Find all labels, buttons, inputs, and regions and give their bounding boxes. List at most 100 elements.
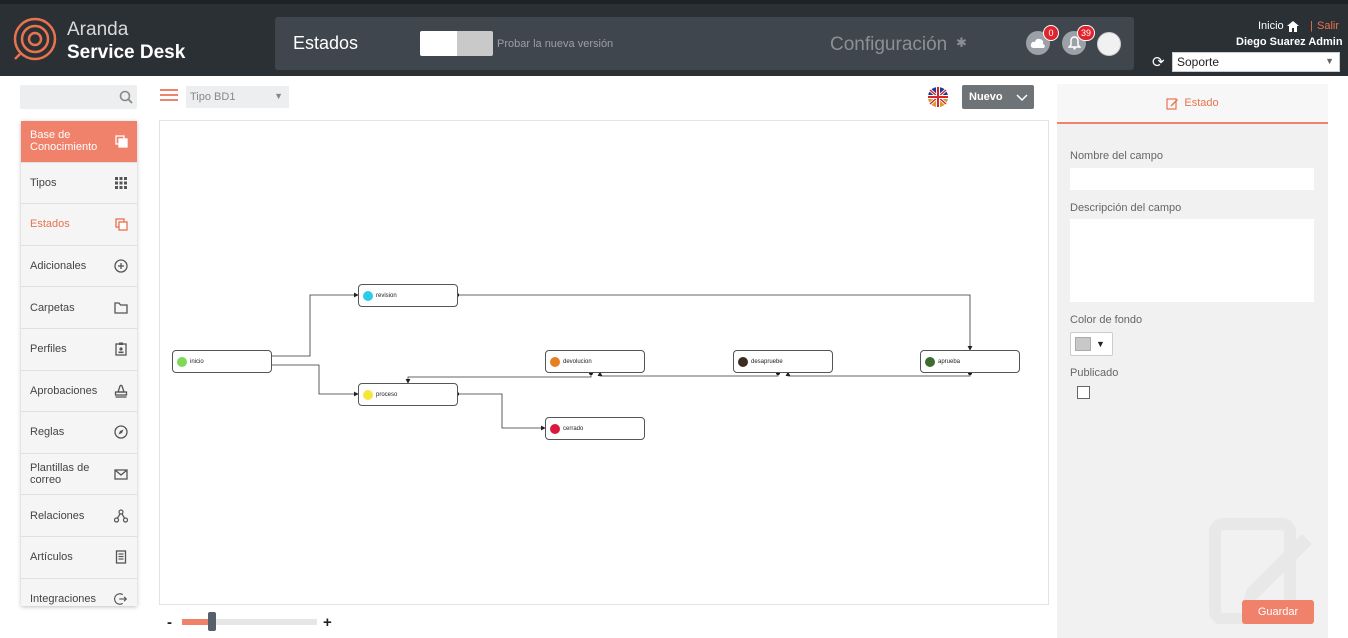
sidebar-item-adicionales[interactable]: Adicionales — [21, 246, 137, 288]
state-node-desapruebe[interactable]: desapruebe — [733, 350, 833, 373]
tab-estado[interactable]: Estado — [1057, 84, 1328, 124]
refresh-icon[interactable]: ⟳ — [1152, 53, 1165, 71]
sidebar-item-tipos[interactable]: Tipos — [21, 163, 137, 205]
edge-proceso-cerrado — [457, 393, 546, 431]
sidebar-item-articulos[interactable]: Artículos — [21, 537, 137, 579]
caret-down-icon: ▼ — [1096, 339, 1105, 349]
chevron-down-icon — [1016, 94, 1028, 102]
type-select[interactable]: Tipo BD1 ▼ — [186, 86, 289, 108]
zoom-slider-track[interactable] — [182, 619, 317, 625]
edge-inicio-proceso — [270, 364, 359, 397]
sidebar-item-perfiles[interactable]: Perfiles — [21, 329, 137, 371]
zoom-slider-thumb[interactable] — [207, 612, 216, 631]
sidebar-item-label: Integraciones — [30, 592, 97, 605]
new-version-toggle[interactable] — [420, 31, 493, 56]
sidebar-item-label: Estados — [30, 218, 70, 231]
state-color-dot — [550, 356, 560, 367]
sidebar-item-base-conocimiento[interactable]: Base de Conocimiento — [21, 121, 137, 163]
notifications-button[interactable]: 39 — [1062, 25, 1095, 55]
page-title: Estados — [293, 33, 359, 53]
cloud-sync-button[interactable]: 0 — [1026, 25, 1059, 55]
top-bar: Aranda Service Desk Estados Probar la nu… — [0, 0, 1348, 76]
edit-icon — [1166, 97, 1179, 110]
sidebar-item-label: Aprobaciones — [30, 384, 98, 397]
state-label: proceso — [376, 391, 398, 398]
home-link[interactable]: Inicio — [1258, 20, 1299, 32]
sidebar-item-estados[interactable]: Estados — [21, 204, 137, 246]
sidebar-item-relaciones[interactable]: Relaciones — [21, 495, 137, 537]
sidebar-item-aprobaciones[interactable]: Aprobaciones — [21, 371, 137, 413]
header-panel: Estados Probar la nueva versión Configur… — [275, 17, 1134, 70]
home-icon — [1286, 20, 1299, 32]
copy-icon — [114, 217, 128, 231]
field-name-label: Nombre del campo — [1070, 150, 1163, 162]
state-color-dot — [177, 356, 187, 367]
published-label: Publicado — [1070, 367, 1119, 379]
state-label: revision — [376, 292, 397, 299]
zoom-out-button[interactable]: - — [167, 614, 172, 631]
sidebar-item-integraciones[interactable]: Integraciones — [21, 579, 137, 606]
sidebar-item-label: Artículos — [30, 551, 73, 564]
logout-link[interactable]: Salir — [1317, 20, 1339, 32]
sidebar-search-input[interactable] — [20, 85, 137, 109]
state-node-aprueba[interactable]: aprueba — [920, 350, 1020, 373]
copy-icon — [114, 134, 128, 148]
brand-product: Service Desk — [67, 42, 186, 63]
sidebar-item-carpetas[interactable]: Carpetas — [21, 287, 137, 329]
try-new-version-label: Probar la nueva versión — [497, 38, 614, 50]
sidebar-item-label: Base de Conocimiento — [30, 129, 98, 154]
state-node-proceso[interactable]: proceso — [358, 383, 458, 406]
save-button[interactable]: Guardar — [1242, 600, 1314, 624]
sidebar-item-label: Adicionales — [30, 260, 87, 273]
config-title: Configuración — [830, 34, 948, 55]
project-select[interactable]: Soporte ▼ — [1172, 52, 1340, 72]
search-icon — [119, 90, 133, 104]
published-checkbox[interactable] — [1077, 386, 1090, 399]
gear-icon: ✱ — [956, 35, 967, 50]
folder-icon — [114, 301, 128, 315]
home-label: Inicio — [1258, 20, 1284, 32]
project-select-value: Soporte — [1177, 55, 1220, 69]
aranda-logo-icon — [13, 17, 57, 61]
sidebar-item-label: Relaciones — [30, 509, 85, 522]
stamp-icon — [114, 384, 128, 398]
color-swatch — [1075, 337, 1091, 351]
sidebar-item-plantillas-correo[interactable]: Plantillas de correo — [21, 454, 137, 496]
header-separator: | — [1310, 20, 1313, 32]
grid-icon — [114, 176, 128, 190]
field-description-label: Descripción del campo — [1070, 202, 1182, 214]
state-color-dot — [925, 356, 935, 367]
workflow-diagram-canvas[interactable]: inicio revision proceso devolucion cerra… — [159, 120, 1049, 605]
sidebar-menu: Base de Conocimiento Tipos Estados Adici… — [21, 121, 137, 606]
state-node-devolucion[interactable]: devolucion — [545, 350, 645, 373]
sidebar-item-label: Reglas — [30, 426, 65, 439]
cloud-badge: 0 — [1043, 25, 1059, 41]
hamburger-menu-icon[interactable] — [160, 89, 178, 103]
id-badge-icon — [114, 342, 128, 356]
field-name-input[interactable] — [1070, 168, 1314, 190]
relations-icon — [114, 509, 128, 523]
state-node-revision[interactable]: revision — [358, 284, 458, 307]
bg-color-picker[interactable]: ▼ — [1070, 332, 1113, 356]
edge-inicio-revision — [270, 292, 359, 357]
state-node-inicio[interactable]: inicio — [172, 350, 272, 373]
zoom-in-button[interactable]: + — [323, 614, 332, 631]
sidebar-item-reglas[interactable]: Reglas — [21, 412, 137, 454]
new-dropdown-button[interactable]: Nuevo — [962, 85, 1034, 109]
caret-down-icon: ▼ — [274, 91, 283, 101]
edge-revision-aprueba — [457, 294, 973, 351]
compass-icon — [114, 425, 128, 440]
article-icon — [114, 550, 128, 564]
state-label: aprueba — [938, 358, 961, 365]
state-color-dot — [363, 290, 373, 301]
language-flag-icon[interactable] — [927, 86, 949, 108]
sidebar-item-label: Tipos — [30, 176, 57, 189]
field-description-textarea[interactable] — [1070, 219, 1314, 302]
integration-icon — [114, 592, 128, 606]
notifications-badge: 39 — [1076, 25, 1095, 41]
state-label: devolucion — [563, 358, 592, 365]
avatar[interactable] — [1097, 32, 1121, 56]
sidebar-item-label: Perfiles — [30, 343, 67, 356]
state-node-cerrado[interactable]: cerrado — [545, 417, 645, 440]
bg-color-label: Color de fondo — [1070, 314, 1143, 326]
